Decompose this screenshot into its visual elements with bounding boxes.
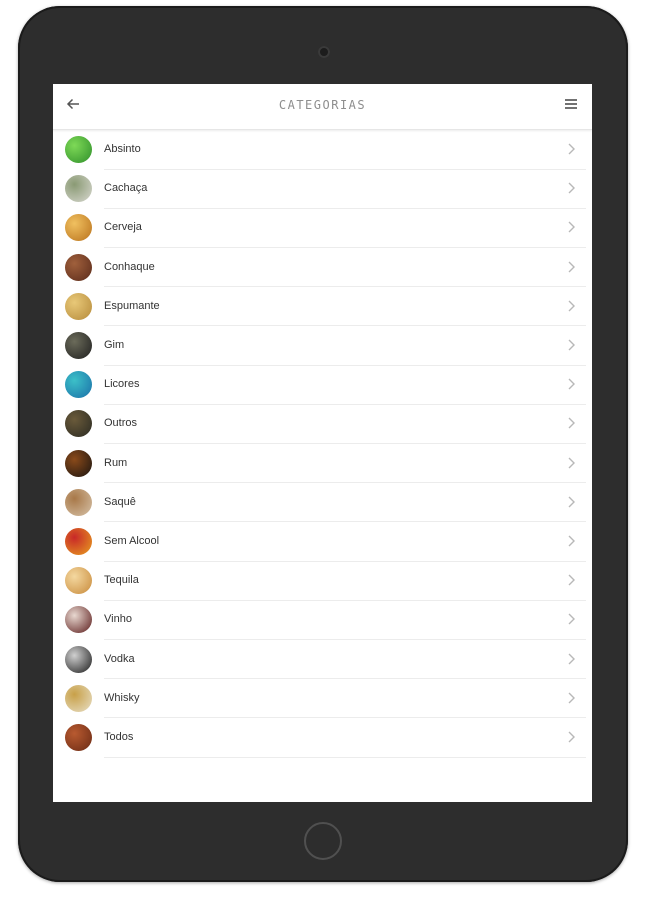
page-title: CATEGORIAS — [278, 98, 367, 112]
category-thumbnail — [65, 136, 92, 164]
category-thumbnail — [65, 410, 92, 438]
list-item-content: Gim — [104, 325, 586, 366]
category-list: Absinto Cachaça Cerveja Conhaque Espumante Gi… — [53, 130, 592, 758]
tablet-frame: CATEGORIAS Absinto Cachaça Cerveja Conhaque… — [18, 6, 628, 882]
chevron-right-icon — [564, 416, 578, 430]
chevron-right-icon — [564, 456, 578, 470]
list-item[interactable]: Licores — [53, 365, 592, 405]
hamburger-menu-icon — [564, 97, 578, 115]
category-thumbnail — [65, 684, 92, 712]
chevron-right-icon — [564, 377, 578, 391]
category-label: Vodka — [104, 652, 135, 665]
category-label: Espumante — [104, 299, 160, 312]
chevron-right-icon — [564, 299, 578, 313]
category-label: Gim — [104, 339, 125, 352]
chevron-right-icon — [564, 181, 578, 195]
list-item-content: Vodka — [104, 639, 586, 680]
category-label: Vinho — [104, 613, 132, 626]
list-item-content: Cerveja — [104, 208, 586, 249]
category-label: Cerveja — [104, 221, 142, 234]
list-item-content: Sem Alcool — [104, 521, 586, 562]
list-item-content: Outros — [104, 404, 586, 444]
list-item-content: Todos — [104, 717, 586, 758]
list-item[interactable]: Vodka — [53, 639, 592, 680]
list-item-content: Conhaque — [104, 247, 586, 288]
category-label: Todos — [104, 730, 134, 743]
list-item[interactable]: Tequila — [53, 561, 592, 601]
list-item[interactable]: Rum — [53, 443, 592, 484]
app-header: CATEGORIAS — [53, 84, 592, 130]
category-label: Cachaça — [104, 182, 148, 195]
camera-dot — [318, 46, 330, 58]
category-thumbnail — [65, 214, 92, 242]
chevron-right-icon — [564, 652, 578, 666]
chevron-right-icon — [564, 260, 578, 274]
home-button[interactable] — [304, 822, 342, 860]
list-item-content: Rum — [104, 443, 586, 484]
list-item[interactable]: Todos — [53, 717, 592, 758]
list-item[interactable]: Whisky — [53, 678, 592, 719]
category-thumbnail — [65, 253, 92, 281]
category-thumbnail — [65, 371, 92, 399]
category-thumbnail — [65, 332, 92, 360]
list-item-content: Licores — [104, 365, 586, 405]
chevron-right-icon — [564, 142, 578, 156]
category-label: Absinto — [104, 143, 141, 156]
category-thumbnail — [65, 449, 92, 477]
list-item-content: Cachaça — [104, 169, 586, 209]
list-item[interactable]: Sem Alcool — [53, 521, 592, 562]
list-item-content: Absinto — [104, 130, 586, 170]
category-thumbnail — [65, 527, 92, 555]
list-item-content: Whisky — [104, 678, 586, 719]
category-thumbnail — [65, 175, 92, 203]
category-thumbnail — [65, 292, 92, 320]
category-label: Rum — [104, 456, 128, 469]
category-label: Tequila — [104, 574, 139, 587]
chevron-right-icon — [564, 612, 578, 626]
list-item[interactable]: Vinho — [53, 600, 592, 640]
menu-button[interactable] — [562, 97, 580, 115]
list-item-content: Vinho — [104, 600, 586, 640]
app-screen: CATEGORIAS Absinto Cachaça Cerveja Conhaque… — [53, 84, 592, 802]
chevron-right-icon — [564, 573, 578, 587]
list-item[interactable]: Gim — [53, 325, 592, 366]
chevron-right-icon — [564, 495, 578, 509]
chevron-right-icon — [564, 730, 578, 744]
category-thumbnail — [65, 723, 92, 751]
category-label: Outros — [104, 417, 138, 430]
list-item[interactable]: Cerveja — [53, 208, 592, 249]
category-thumbnail — [65, 645, 92, 673]
list-item-content: Saquê — [104, 482, 586, 523]
list-item[interactable]: Cachaça — [53, 169, 592, 209]
category-label: Licores — [104, 378, 140, 391]
list-item-content: Tequila — [104, 561, 586, 601]
list-item[interactable]: Espumante — [53, 286, 592, 327]
chevron-right-icon — [564, 534, 578, 548]
chevron-right-icon — [564, 220, 578, 234]
list-item-content: Espumante — [104, 286, 586, 327]
chevron-right-icon — [564, 691, 578, 705]
category-thumbnail — [65, 488, 92, 516]
category-thumbnail — [65, 567, 92, 595]
list-item[interactable]: Outros — [53, 404, 592, 444]
category-label: Conhaque — [104, 260, 155, 273]
category-label: Whisky — [104, 691, 140, 704]
category-label: Saquê — [104, 495, 136, 508]
category-thumbnail — [65, 606, 92, 634]
category-label: Sem Alcool — [104, 534, 160, 547]
list-item[interactable]: Conhaque — [53, 247, 592, 288]
chevron-right-icon — [564, 338, 578, 352]
list-item[interactable]: Saquê — [53, 482, 592, 523]
list-item[interactable]: Absinto — [53, 130, 592, 170]
